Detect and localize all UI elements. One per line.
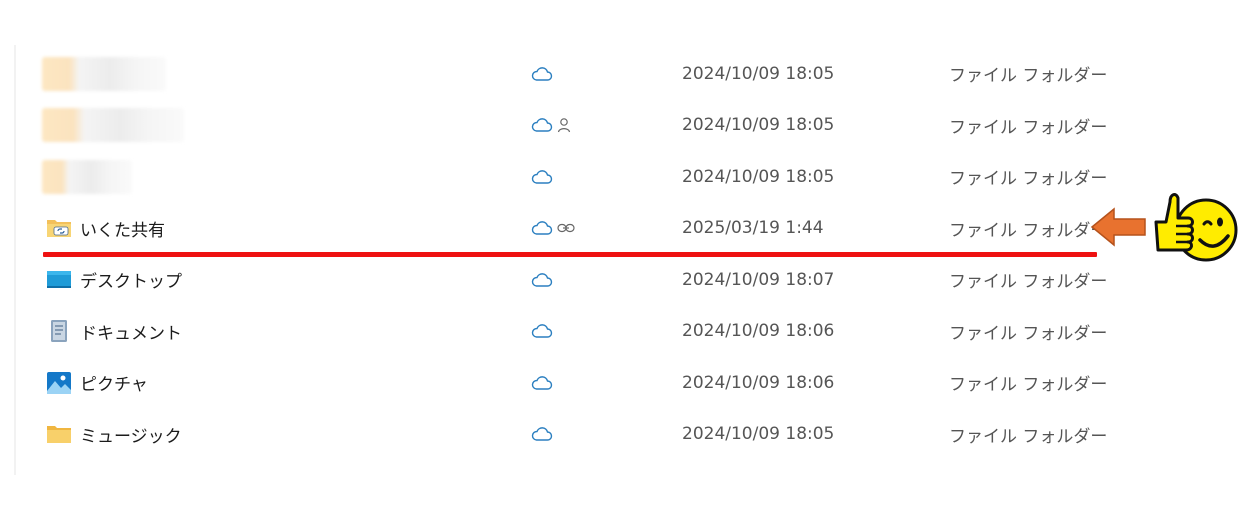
thumbs-up-smiley-icon [1148,184,1240,274]
modified-date: 2024/10/09 18:07 [682,269,835,290]
file-name: ミュージック [80,426,182,447]
name-cell: ミュージック [46,409,182,461]
status-cell [531,203,575,255]
left-arrow-icon [1090,206,1148,252]
modified-date: 2024/10/09 18:05 [682,424,835,445]
modified-date: 2024/10/09 18:05 [682,115,835,136]
cloud-icon [531,220,553,236]
cloud-icon [531,169,553,185]
person-icon [557,117,571,133]
name-cell: ピクチャ [46,357,148,409]
cloud-icon [531,375,553,391]
name-cell: ドキュメント [46,306,182,358]
name-cell [42,151,132,203]
modified-date: 2024/10/09 18:05 [682,63,835,84]
name-cell: デスクトップ [46,254,182,306]
file-type: ファイル フォルダー [949,169,1108,190]
music-folder-icon [46,423,72,445]
document-icon [46,319,72,343]
file-row[interactable]: ピクチャ 2024/10/09 18:06 ファイル フォルダー [0,357,1257,409]
file-name: ピクチャ [80,375,148,396]
status-cell [531,409,553,461]
blurred-name [42,159,132,194]
picture-icon [46,371,72,395]
file-name: いくた共有 [80,220,165,241]
highlight-underline [43,252,1097,257]
cloud-icon [531,66,553,82]
blurred-name [42,56,166,91]
file-type: ファイル フォルダー [949,426,1108,447]
file-type: ファイル フォルダー [949,375,1108,396]
file-type: ファイル フォルダー [949,66,1108,87]
file-row-shared[interactable]: いくた共有 2025/03/19 1:44 ファイル フォルダー [0,203,1257,255]
status-cell [531,306,553,358]
cloud-icon [531,323,553,339]
blurred-name [42,108,184,143]
file-type: ファイル フォルダー [949,220,1108,241]
name-cell [42,48,166,100]
cloud-icon [531,272,553,288]
file-type: ファイル フォルダー [949,117,1108,138]
modified-date: 2024/10/09 18:06 [682,321,835,342]
name-cell [42,100,184,152]
status-cell [531,100,571,152]
cloud-icon [531,117,553,133]
status-cell [531,151,553,203]
file-type: ファイル フォルダー [949,272,1108,293]
file-name: ドキュメント [80,323,182,344]
file-row[interactable]: 2024/10/09 18:05 ファイル フォルダー [0,100,1257,152]
file-row[interactable]: 2024/10/09 18:05 ファイル フォルダー [0,151,1257,203]
status-cell [531,48,553,100]
name-cell: いくた共有 [46,203,165,255]
modified-date: 2024/10/09 18:06 [682,372,835,393]
status-cell [531,357,553,409]
status-cell [531,254,553,306]
cloud-icon [531,426,553,442]
modified-date: 2025/03/19 1:44 [682,218,824,239]
file-row[interactable]: ミュージック 2024/10/09 18:05 ファイル フォルダー [0,409,1257,461]
modified-date: 2024/10/09 18:05 [682,166,835,187]
link-icon [557,222,575,234]
file-row[interactable]: ドキュメント 2024/10/09 18:06 ファイル フォルダー [0,306,1257,358]
file-name: デスクトップ [80,272,182,293]
file-row[interactable]: 2024/10/09 18:05 ファイル フォルダー [0,48,1257,100]
shared-folder-icon [46,217,72,239]
file-row[interactable]: デスクトップ 2024/10/09 18:07 ファイル フォルダー [0,254,1257,306]
file-type: ファイル フォルダー [949,323,1108,344]
desktop-icon [46,270,72,290]
